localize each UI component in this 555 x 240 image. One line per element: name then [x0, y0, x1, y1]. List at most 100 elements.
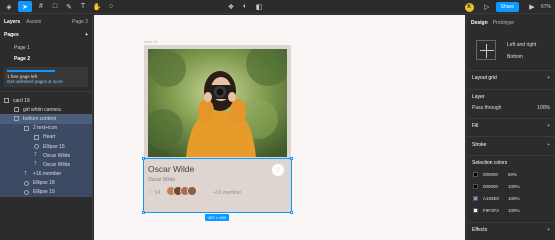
resize-handle[interactable]: [290, 157, 293, 160]
frame-icon: [34, 134, 39, 140]
layer-item[interactable]: T Oscar Wilde: [0, 160, 92, 170]
image-icon: [14, 107, 19, 113]
color-hex[interactable]: 000000: [483, 172, 498, 177]
tab-design[interactable]: Design: [471, 20, 488, 26]
layer-item[interactable]: girl whitn camera: [0, 105, 92, 114]
ellipse-icon: [24, 189, 29, 195]
constraints-widget[interactable]: [476, 40, 496, 60]
tab-prototype[interactable]: Prototype: [493, 20, 514, 26]
layer-item[interactable]: Ellipse 15: [0, 141, 92, 152]
shape-tool-icon[interactable]: □: [50, 2, 60, 12]
layers-list: card 19 girl whitn camera bottom content 2 …: [0, 96, 92, 198]
size-tag: 457 × 169: [205, 214, 229, 221]
layer-item[interactable]: T +16 member: [0, 169, 92, 179]
color-hex[interactable]: A183E0: [483, 196, 499, 201]
present-icon[interactable]: ▷: [482, 2, 492, 12]
layer-label: Heart: [43, 134, 56, 141]
color-opacity[interactable]: 100%: [508, 208, 520, 213]
figma-menu-icon[interactable]: ◈: [4, 2, 14, 12]
color-swatch[interactable]: [473, 196, 478, 201]
move-tool-icon[interactable]: ➤: [18, 1, 32, 12]
comment-tool-icon[interactable]: ○: [106, 2, 116, 12]
color-swatch[interactable]: [473, 208, 478, 213]
color-swatch-row[interactable]: A183E0 100%: [473, 196, 520, 201]
layer-label: +16 member: [33, 171, 62, 178]
resize-handle[interactable]: [290, 211, 293, 214]
layer-item[interactable]: Ellipse 18: [0, 178, 92, 188]
add-layout-grid-icon[interactable]: +: [547, 75, 550, 81]
page-item-1[interactable]: Page 1: [0, 42, 92, 53]
pen-tool-icon[interactable]: ✎: [64, 2, 74, 12]
layer-label: girl whitn camera: [23, 106, 61, 113]
selection-colors-label: Selection colors: [472, 160, 508, 166]
right-panel: Design Prototype Left and right Bottom L…: [466, 15, 555, 240]
layer-item[interactable]: card 19: [0, 96, 92, 105]
color-opacity[interactable]: 100%: [508, 184, 520, 189]
page-item-2[interactable]: Page 2: [0, 53, 92, 64]
layer-label: 2 text+icon: [33, 125, 58, 132]
profile-card[interactable]: Oscar Wilde Oscar Wilde ♡ ♡ 14 +16 membe…: [142, 45, 293, 214]
color-swatch-row[interactable]: F9F3F3 100%: [473, 208, 520, 213]
resize-handle[interactable]: [142, 211, 145, 214]
constraint-horizontal[interactable]: Left and right: [507, 42, 536, 48]
color-hex[interactable]: 000000: [483, 184, 498, 189]
color-swatch[interactable]: [473, 184, 478, 189]
upgrade-notice[interactable]: 1 free page left Get unlimited pages & m…: [4, 67, 88, 87]
share-button[interactable]: Share: [495, 2, 519, 12]
resize-handle[interactable]: [142, 157, 145, 160]
frame-icon: [24, 125, 29, 131]
color-swatch-row[interactable]: 000000 50%: [473, 172, 517, 177]
effects-label: Effects: [472, 227, 488, 233]
layer-item[interactable]: 2 text+icon: [0, 123, 92, 133]
tab-assets[interactable]: Assets: [26, 19, 41, 25]
pages-header: Pages +: [4, 32, 88, 38]
constraint-vertical[interactable]: Bottom: [507, 54, 523, 60]
add-page-icon[interactable]: +: [85, 32, 88, 38]
frame-tool-icon[interactable]: #: [36, 2, 46, 12]
color-swatch-row[interactable]: 000000 100%: [473, 184, 520, 189]
color-hex[interactable]: F9F3F3: [483, 208, 499, 213]
toolbar: ◈ ➤ # □ ✎ T ✋ ○ ❖ ◐ ◧ K ▷ Share ▶ 67%: [0, 0, 555, 14]
tab-layers[interactable]: Layers: [4, 19, 20, 25]
add-fill-icon[interactable]: +: [547, 123, 550, 129]
fill-label: Fill: [472, 123, 479, 129]
girl-with-camera-image[interactable]: [148, 49, 287, 157]
layer-item[interactable]: Ellipse 19: [0, 187, 92, 198]
layer-label: bottom content: [23, 115, 57, 122]
layer-item[interactable]: Heart: [0, 132, 92, 142]
page-selector[interactable]: Page 2: [72, 19, 88, 25]
layer-section-label: Layer: [472, 94, 485, 100]
zoom-level[interactable]: 67%: [541, 4, 551, 10]
canvas[interactable]: card 19 Oscar Wilde Oscar Wilde ♡ ♡ 14 +…: [94, 15, 465, 240]
boolean-icon[interactable]: ◧: [254, 2, 264, 12]
play-icon[interactable]: ▶: [527, 2, 537, 12]
ellipse-icon: [24, 180, 29, 186]
color-swatch[interactable]: [473, 172, 478, 177]
layer-label: Ellipse 19: [33, 189, 55, 196]
layer-item[interactable]: T Oscar Wilde: [0, 151, 92, 161]
color-opacity[interactable]: 100%: [508, 196, 520, 201]
blend-mode-select[interactable]: Pass through: [472, 105, 501, 111]
layer-label: Ellipse 18: [33, 180, 55, 187]
layout-grid-label: Layout grid: [472, 75, 497, 81]
frame-icon: [14, 116, 19, 122]
text-layer-icon: T: [24, 170, 28, 177]
layer-item[interactable]: bottom content: [0, 114, 92, 124]
color-opacity[interactable]: 50%: [508, 172, 517, 177]
layer-label: Ellipse 15: [43, 143, 65, 150]
component-icon[interactable]: ❖: [226, 2, 236, 12]
left-panel: Layers Assets Page 2 Pages + Page 1 Page…: [0, 15, 93, 240]
layer-label: card 19: [13, 97, 30, 104]
selection-box[interactable]: [142, 157, 293, 214]
frame-label[interactable]: card 19: [144, 39, 157, 44]
add-stroke-icon[interactable]: +: [547, 142, 550, 148]
frame-icon: [4, 98, 9, 104]
hand-tool-icon[interactable]: ✋: [92, 2, 102, 12]
layer-label: Oscar Wilde: [43, 152, 71, 159]
stroke-label: Stroke: [472, 142, 487, 148]
add-effect-icon[interactable]: +: [547, 227, 550, 233]
user-avatar[interactable]: K: [464, 2, 474, 12]
text-tool-icon[interactable]: T: [78, 2, 88, 12]
mask-icon[interactable]: ◐: [240, 2, 250, 12]
layer-opacity[interactable]: 100%: [537, 105, 550, 111]
